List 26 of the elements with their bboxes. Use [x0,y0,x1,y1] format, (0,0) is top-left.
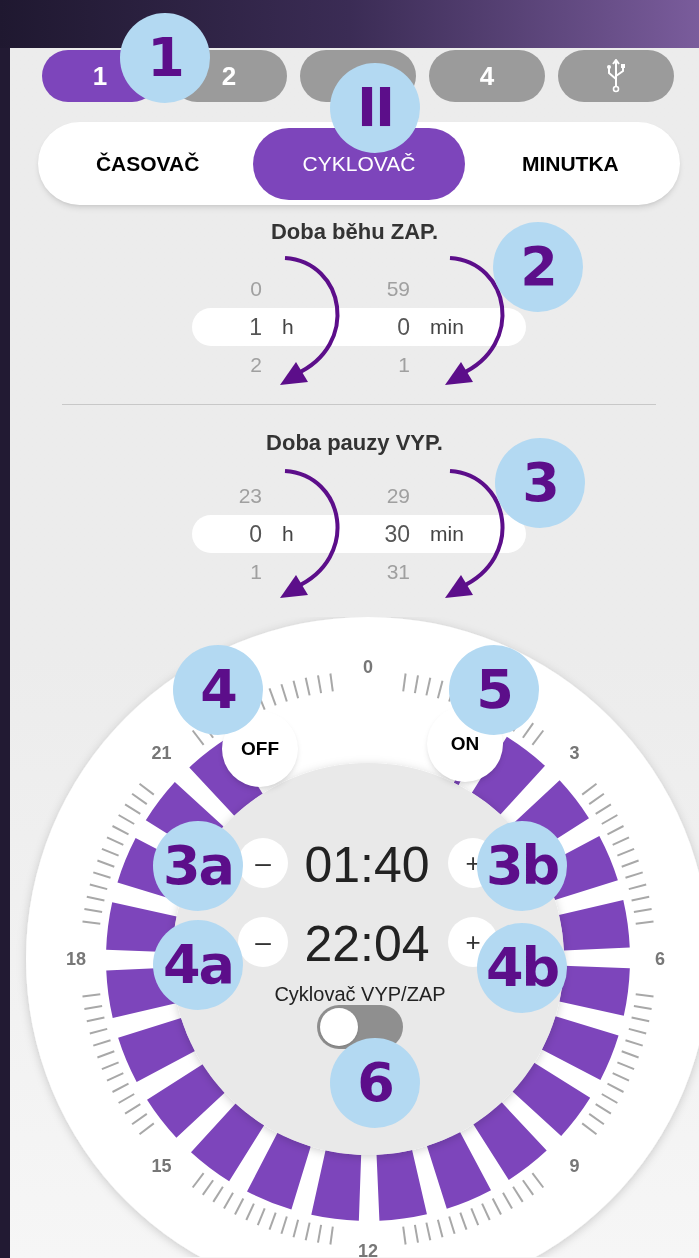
usb-tab[interactable] [558,50,674,102]
time-display: 22:04 [303,915,431,974]
dial-hour-label: 12 [358,1241,378,1257]
section-title: Doba pauzy VYP. [265,432,444,454]
time-display: 01:40 [303,836,431,895]
section-title: Doba běhu ZAP. [269,221,440,243]
minute-unit: min [429,314,464,341]
usb-icon [605,59,627,93]
dial-hour-label: 6 [655,949,665,969]
dial-hour-label: 3 [569,742,580,763]
hour-value[interactable]: 0 [192,516,262,552]
mode-tab[interactable]: MINUTKA [464,127,676,200]
hour-unit: h [281,314,295,341]
hour-unit: h [281,521,295,548]
dial-hour-label: 0 [363,657,373,677]
dial-hour-label: 15 [151,1155,172,1176]
minute-value[interactable]: 30 [320,516,410,552]
mode-tab[interactable]: ČASOVAČ [42,127,254,200]
hour-value[interactable]: 1 [192,309,262,345]
mode-tab[interactable]: CYKLOVAČ [253,127,465,200]
dial-hour-label: 21 [151,742,172,763]
minute-unit: min [429,521,464,548]
dial-hour-label: 18 [66,949,86,969]
dial-hour-label: 9 [569,1155,580,1176]
switch-label: Cyklovač VYP/ZAP [273,982,447,1007]
minute-value[interactable]: 0 [320,309,410,345]
